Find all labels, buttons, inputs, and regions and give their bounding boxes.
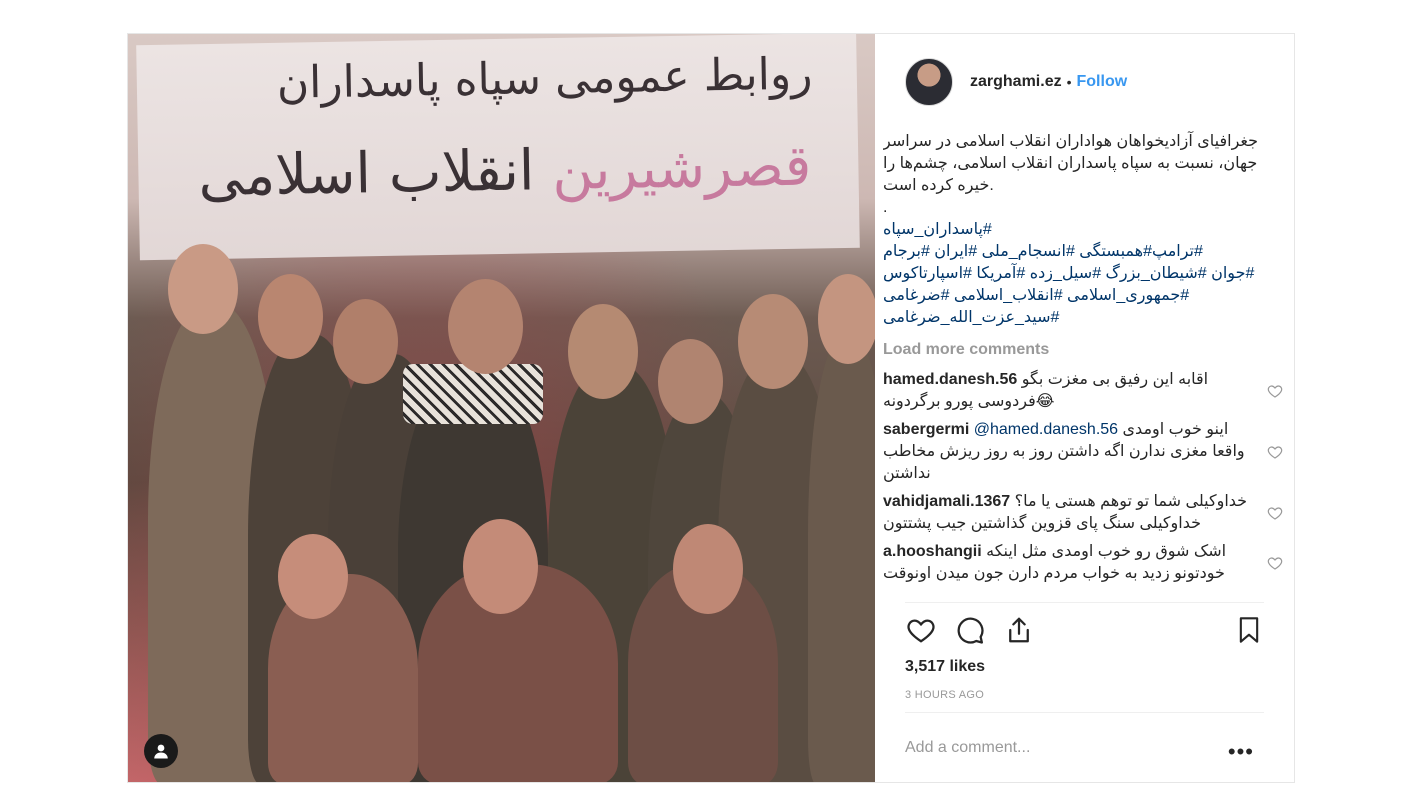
follow-button[interactable]: Follow	[1077, 73, 1128, 91]
more-icon[interactable]: •••	[1228, 739, 1254, 765]
load-more-comments-button[interactable]: Load more comments	[883, 339, 1283, 361]
avatar[interactable]	[905, 57, 953, 106]
hashtag-line[interactable]: #ترامپ#همبستگی #انسجام_ملی #ایران #برجام	[883, 241, 1283, 263]
caption-line: .	[883, 199, 888, 216]
banner-line-2-text: انقلاب اسلامی	[197, 138, 535, 210]
likes-count[interactable]: 3,517 likes	[905, 658, 985, 676]
person-head	[568, 304, 638, 399]
person-head	[738, 294, 808, 389]
comment-author[interactable]: sabergermi	[883, 421, 969, 438]
hashtag-line[interactable]: #جمهوری_اسلامی #انقلاب_اسلامی #ضرغامی	[883, 285, 1283, 307]
tagged-users-button[interactable]	[144, 734, 178, 768]
post-photo[interactable]: روابط عمومی سپاه پاسداران قصرشیرین انقلا…	[128, 34, 875, 782]
comment-like-icon[interactable]	[1267, 444, 1283, 460]
bookmark-icon[interactable]	[1235, 615, 1263, 645]
comment-author[interactable]: hamed.danesh.56	[883, 371, 1017, 388]
comments-list[interactable]: جغرافیای آزادیخواهان هواداران انقلاب اسل…	[883, 131, 1283, 601]
person-head	[448, 279, 523, 374]
comment-item: hamed.danesh.56 اقابه این رفیق بی مغزت ب…	[883, 369, 1283, 413]
person-head	[333, 299, 398, 384]
comment-author[interactable]: a.hooshangii	[883, 543, 982, 560]
hashtag-line[interactable]: #پاسداران_سپاه	[883, 219, 1283, 241]
hashtag-line[interactable]: #سید_عزت_الله_ضرغامی	[883, 307, 1283, 329]
photo-banner: روابط عمومی سپاه پاسداران قصرشیرین انقلا…	[136, 34, 860, 261]
comment-mention[interactable]: @hamed.danesh.56	[974, 421, 1118, 438]
comment-icon[interactable]	[954, 615, 986, 645]
post-actions	[905, 602, 1264, 644]
share-icon[interactable]	[1003, 615, 1035, 645]
caption-line: جهان، نسبت به سپاه پاسداران انقلاب اسلام…	[883, 155, 1258, 172]
post-sidebar: zarghami.ez • Follow جغرافیای آزادیخواها…	[875, 34, 1294, 782]
person-head	[818, 274, 875, 364]
person-head	[658, 339, 723, 424]
person-head	[673, 524, 743, 614]
person-head	[168, 244, 238, 334]
comment-like-icon[interactable]	[1267, 505, 1283, 521]
post-header: zarghami.ez • Follow	[875, 34, 1294, 129]
hashtag-line[interactable]: #جوان #شیطان_بزرگ #سیل_زده #آمریکا #اسپا…	[883, 263, 1283, 285]
post-container: روابط عمومی سپاه پاسداران قصرشیرین انقلا…	[127, 33, 1295, 783]
comment-author[interactable]: vahidjamali.1367	[883, 493, 1010, 510]
caption-hashtags: #پاسداران_سپاه #ترامپ#همبستگی #انسجام_مل…	[883, 219, 1283, 329]
banner-line-2-city: قصرشیرین	[551, 133, 812, 204]
post-caption: جغرافیای آزادیخواهان هواداران انقلاب اسل…	[883, 131, 1283, 329]
caption-line: .خیره کرده است	[883, 177, 994, 194]
post-timestamp[interactable]: 3 HOURS AGO	[905, 689, 984, 701]
heart-icon[interactable]	[905, 615, 937, 645]
keffiyeh-scarf	[403, 364, 543, 424]
caption-line: جغرافیای آزادیخواهان هواداران انقلاب اسل…	[883, 133, 1259, 150]
comment-item: a.hooshangii اشک شوق رو خوب اومدی مثل ای…	[883, 541, 1283, 585]
person-head	[463, 519, 538, 614]
comment-item: sabergermi @hamed.danesh.56 اینو خوب اوم…	[883, 419, 1283, 485]
photo-crowd	[128, 244, 875, 782]
person-head	[258, 274, 323, 359]
header-username[interactable]: zarghami.ez	[970, 73, 1062, 91]
banner-line-1: روابط عمومی سپاه پاسداران	[276, 48, 813, 109]
person-shape	[808, 334, 875, 782]
user-tag-icon	[154, 744, 168, 759]
header-separator: •	[1066, 73, 1072, 90]
comment-like-icon[interactable]	[1267, 555, 1283, 571]
add-comment-input[interactable]	[905, 738, 1225, 757]
person-head	[278, 534, 348, 619]
add-comment-bar: •••	[905, 712, 1264, 782]
banner-line-2: قصرشیرین انقلاب اسلامی	[198, 134, 812, 210]
comment-item: vahidjamali.1367 خداوکیلی شما تو توهم هس…	[883, 491, 1283, 535]
comment-like-icon[interactable]	[1267, 383, 1283, 399]
